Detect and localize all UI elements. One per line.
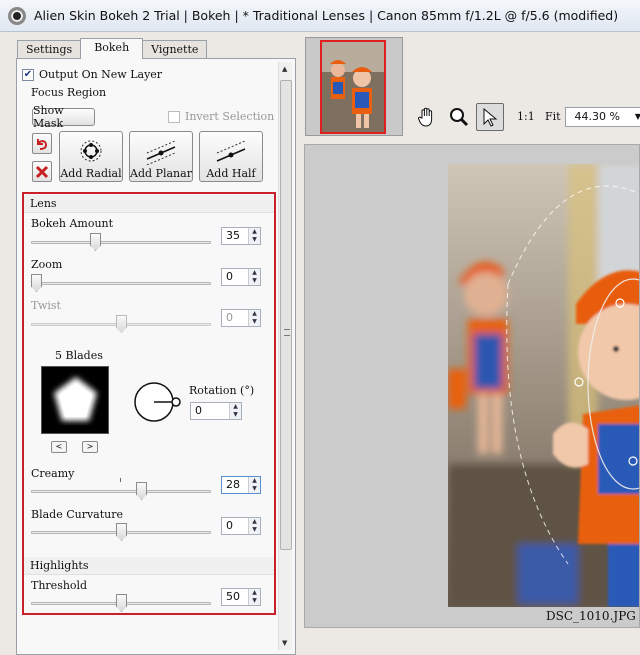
add-radial-button[interactable]: Add Radial (59, 131, 123, 182)
one-to-one-button[interactable]: 1:1 (517, 110, 535, 123)
twist-input: 0 ▲ ▼ (221, 309, 261, 327)
aperture-shape-icon (54, 377, 97, 421)
spin-up-icon[interactable]: ▲ (249, 589, 260, 597)
select-tool-button[interactable] (476, 103, 504, 131)
preview-photo-icon (448, 164, 639, 607)
spin-up-icon[interactable]: ▲ (249, 518, 260, 526)
scrollbar-thumb[interactable] (280, 80, 292, 550)
twist-knob (116, 315, 127, 333)
navigator-thumbnail[interactable] (305, 37, 403, 136)
tab-bokeh[interactable]: Bokeh (80, 38, 144, 59)
threshold-input[interactable]: 50 ▲ ▼ (221, 588, 261, 606)
tab-settings[interactable]: Settings (17, 40, 82, 59)
spin-up-icon[interactable]: ▲ (230, 403, 241, 411)
highlights-section-heading: Highlights (24, 557, 274, 575)
delete-icon (35, 165, 49, 178)
output-new-layer-label: Output On New Layer (39, 68, 163, 81)
zoom-label: Zoom (31, 258, 63, 271)
thumbnail-image (320, 40, 386, 134)
rotation-input[interactable]: 0 ▲ ▼ (190, 402, 242, 420)
zoom-level-value: 44.30 % (574, 110, 620, 123)
threshold-slider[interactable] (31, 593, 211, 613)
output-new-layer-row[interactable]: ✔ Output On New Layer (22, 68, 162, 81)
panel-scrollbar[interactable]: ▲ ▼ (278, 62, 292, 650)
image-preview[interactable] (304, 144, 640, 628)
arrow-cursor-icon (483, 107, 498, 127)
delete-button[interactable] (32, 161, 52, 182)
invert-selection-row: Invert Selection (168, 110, 274, 123)
creamy-slider[interactable] (31, 481, 211, 501)
aperture-preview (41, 366, 109, 434)
twist-slider (31, 314, 211, 334)
window-title: Alien Skin Bokeh 2 Trial | Bokeh | * Tra… (34, 8, 619, 23)
scroll-down-arrow-icon[interactable]: ▼ (282, 639, 287, 647)
spin-down-icon[interactable]: ▼ (230, 411, 241, 419)
title-bar: Alien Skin Bokeh 2 Trial | Bokeh | * Tra… (0, 0, 640, 32)
invert-selection-checkbox (168, 110, 180, 123)
add-radial-label: Add Radial (60, 167, 122, 180)
threshold-label: Threshold (31, 579, 88, 592)
add-half-label: Add Half (206, 167, 256, 180)
hand-icon (418, 107, 433, 127)
undo-icon (37, 138, 48, 150)
spin-down-icon[interactable]: ▼ (249, 526, 260, 534)
blade-curvature-knob[interactable] (116, 523, 127, 541)
fit-button[interactable]: Fit (545, 110, 561, 123)
preview-filename: DSC_1010.JPG (546, 609, 636, 623)
show-mask-button[interactable]: Show Mask (32, 104, 95, 130)
focus-region-heading: Focus Region (31, 86, 107, 99)
tab-vignette[interactable]: Vignette (142, 40, 208, 59)
bokeh-amount-slider[interactable] (31, 232, 211, 252)
blade-curvature-slider[interactable] (31, 522, 211, 542)
blades-next-button[interactable]: > (82, 441, 98, 453)
output-new-layer-checkbox[interactable]: ✔ (22, 68, 34, 81)
zoom-knob[interactable] (31, 274, 42, 292)
zoom-slider[interactable] (31, 273, 211, 293)
bokeh-amount-knob[interactable] (90, 233, 101, 251)
rotation-dial[interactable] (131, 379, 183, 425)
bokeh-amount-label: Bokeh Amount (31, 217, 114, 230)
add-planar-button[interactable]: Add Planar (129, 131, 193, 182)
bokeh-amount-input[interactable]: 35 ▲ ▼ (221, 227, 261, 245)
spin-down-icon[interactable]: ▼ (249, 485, 260, 493)
radial-icon (80, 140, 102, 162)
threshold-knob[interactable] (116, 594, 127, 612)
scroll-up-arrow-icon[interactable]: ▲ (282, 65, 287, 73)
tab-strip: Settings Bokeh Vignette (17, 38, 208, 59)
app-icon (8, 6, 26, 25)
spin-up-icon[interactable]: ▲ (249, 228, 260, 236)
zoom-input[interactable]: 0 ▲ ▼ (221, 268, 261, 286)
blades-label: 5 Blades (55, 349, 103, 362)
invert-selection-label: Invert Selection (185, 110, 275, 123)
preview-photo (448, 164, 639, 607)
blade-curvature-input[interactable]: 0 ▲ ▼ (221, 517, 261, 535)
thumbnail-photo-icon (322, 42, 384, 132)
spin-down-icon[interactable]: ▼ (249, 277, 260, 285)
lens-section-heading: Lens (24, 195, 274, 213)
grip-icon (284, 329, 290, 336)
add-half-button[interactable]: Add Half (199, 131, 263, 182)
chevron-down-icon[interactable]: ▼ (635, 108, 640, 126)
spin-down-icon[interactable]: ▼ (249, 597, 260, 605)
spin-up-icon[interactable]: ▲ (249, 269, 260, 277)
planar-icon (146, 140, 176, 165)
creamy-label: Creamy (31, 467, 75, 480)
creamy-input[interactable]: 28 ▲ ▼ (221, 476, 261, 494)
spin-up-icon[interactable]: ▲ (249, 477, 260, 485)
half-icon (216, 140, 246, 162)
undo-button[interactable] (32, 133, 52, 154)
zoom-level-select[interactable]: 44.30 % ▼ (565, 107, 640, 127)
blades-prev-button[interactable]: < (51, 441, 67, 453)
magnifier-icon (450, 108, 469, 127)
creamy-knob[interactable] (136, 482, 147, 500)
spin-down-icon: ▼ (249, 318, 260, 326)
zoom-tool-button[interactable] (445, 103, 473, 131)
rotation-label: Rotation (°) (189, 384, 255, 397)
hand-tool-button[interactable] (413, 103, 441, 131)
add-planar-label: Add Planar (130, 167, 192, 180)
spin-up-icon: ▲ (249, 310, 260, 318)
twist-label: Twist (31, 299, 61, 312)
spin-down-icon[interactable]: ▼ (249, 236, 260, 244)
blade-curvature-label: Blade Curvature (31, 508, 124, 521)
